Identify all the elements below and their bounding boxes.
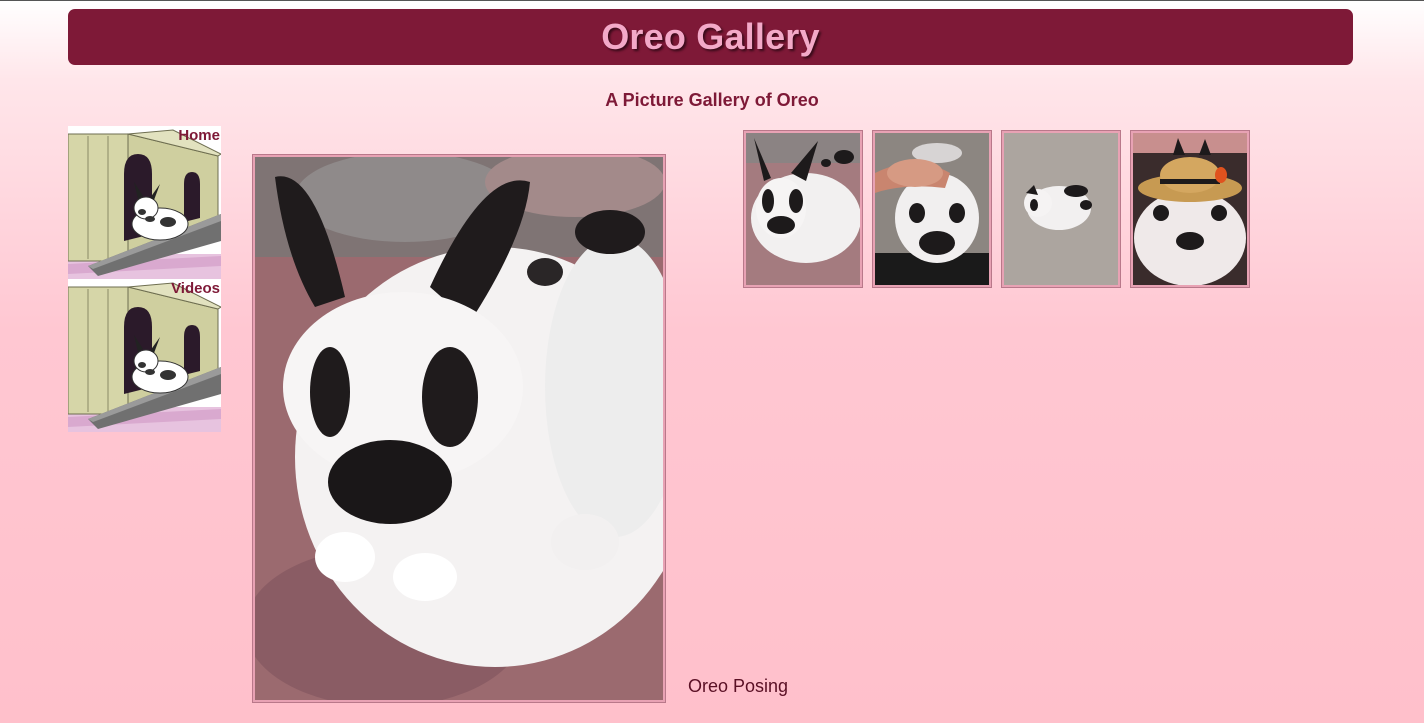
thumbnail-2[interactable] [873, 131, 991, 287]
sidebar-nav: Home Videos [68, 126, 221, 432]
page-header: Oreo Gallery [68, 9, 1353, 65]
thumbnail-strip [744, 131, 1249, 287]
thumbnail-4[interactable] [1131, 131, 1249, 287]
rabbit-hutch-illustration [68, 279, 221, 432]
rabbit-photo [255, 157, 663, 700]
main-photo [253, 155, 665, 702]
photo-caption: Oreo Posing [688, 676, 789, 696]
nav-videos-label: Videos [171, 280, 220, 297]
page-subtitle: A Picture Gallery of Oreo [605, 90, 819, 110]
nav-home-label: Home [178, 127, 220, 144]
page-title: Oreo Gallery [601, 16, 820, 57]
top-border [0, 0, 1424, 1]
nav-home-link[interactable]: Home [68, 126, 221, 279]
nav-videos-link[interactable]: Videos [68, 279, 221, 432]
thumbnail-1[interactable] [744, 131, 862, 287]
rabbit-hutch-illustration [68, 126, 221, 279]
thumbnail-3[interactable] [1002, 131, 1120, 287]
